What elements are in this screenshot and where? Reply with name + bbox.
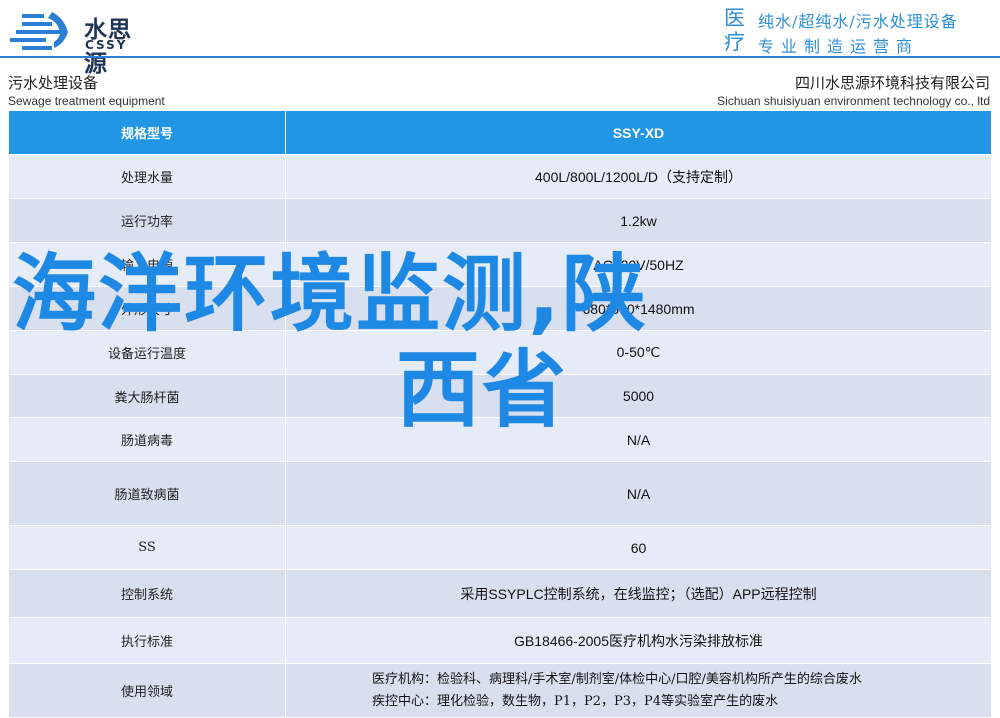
row-key: SS xyxy=(8,525,286,570)
brand-slogan: 医疗 纯水/超纯水/污水处理设备 专业制造运营商 xyxy=(724,6,994,56)
table-header-value: SSY-XD xyxy=(285,110,992,155)
table-header-row: 规格型号 SSY-XD xyxy=(8,110,992,155)
product-category-en: Sewage treatment equipment xyxy=(8,94,165,108)
row-value: GB18466-2005医疗机构水污染排放标准 xyxy=(285,617,992,664)
brand-badge-text: 医疗 xyxy=(724,6,745,54)
row-key: 执行标准 xyxy=(8,617,286,664)
overlay-headline-line2: 西省 xyxy=(396,341,569,439)
company-name-cn: 四川水思源环境科技有限公司 xyxy=(794,74,990,92)
row-key: 使用领域 xyxy=(8,663,286,718)
table-row: 肠道致病菌 N/A xyxy=(8,461,992,526)
row-value-multiline: 医疗机构：检验科、病理科/手术室/制剂室/体检中心/口腔/美容机构所产生的综合废… xyxy=(285,663,992,718)
usage-line-cdc: 疾控中心：理化检验，数生物，P1，P2，P3，P4等实验室产生的废水 xyxy=(372,693,779,709)
table-header-key: 规格型号 xyxy=(8,110,286,155)
header-divider xyxy=(0,56,1000,58)
table-row: 使用领域 医疗机构：检验科、病理科/手术室/制剂室/体检中心/口腔/美容机构所产… xyxy=(8,663,992,718)
water-drop-logo-icon xyxy=(10,12,68,50)
row-value: 1.2kw xyxy=(285,198,992,243)
row-key: 处理水量 xyxy=(8,154,286,199)
row-key: 控制系统 xyxy=(8,569,286,618)
company-logo: 水思源 CSSY xyxy=(8,6,148,77)
product-category-cn: 污水处理设备 xyxy=(8,74,99,92)
table-row: 控制系统 采用SSYPLC控制系统，在线监控；（选配）APP远程控制 xyxy=(8,569,992,618)
row-value: N/A xyxy=(285,461,992,526)
brand-slogan-line1: 纯水/超纯水/污水处理设备 xyxy=(758,12,958,31)
logo-english-name: CSSY xyxy=(85,38,128,52)
row-key: 肠道致病菌 xyxy=(8,461,286,526)
table-row: 运行功率 1.2kw xyxy=(8,198,992,243)
row-value: 400L/800L/1200L/D（支持定制） xyxy=(285,154,992,199)
table-row: 处理水量 400L/800L/1200L/D（支持定制） xyxy=(8,154,992,199)
table-row: SS 60 xyxy=(8,525,992,570)
overlay-headline-line1: 海洋环境监测,陕 xyxy=(12,245,648,343)
table-row: 执行标准 GB18466-2005医疗机构水污染排放标准 xyxy=(8,617,992,664)
brand-slogan-line2: 专业制造运营商 xyxy=(758,37,920,56)
row-key: 运行功率 xyxy=(8,198,286,243)
row-value: 60 xyxy=(285,525,992,570)
row-value: 采用SSYPLC控制系统，在线监控；（选配）APP远程控制 xyxy=(285,569,992,618)
usage-line-medical: 医疗机构：检验科、病理科/手术室/制剂室/体检中心/口腔/美容机构所产生的综合废… xyxy=(372,671,862,687)
company-name-en: Sichuan shuisiyuan environment technolog… xyxy=(717,94,990,108)
overlay-headline: 海洋环境监测,陕 西省 xyxy=(12,246,942,438)
